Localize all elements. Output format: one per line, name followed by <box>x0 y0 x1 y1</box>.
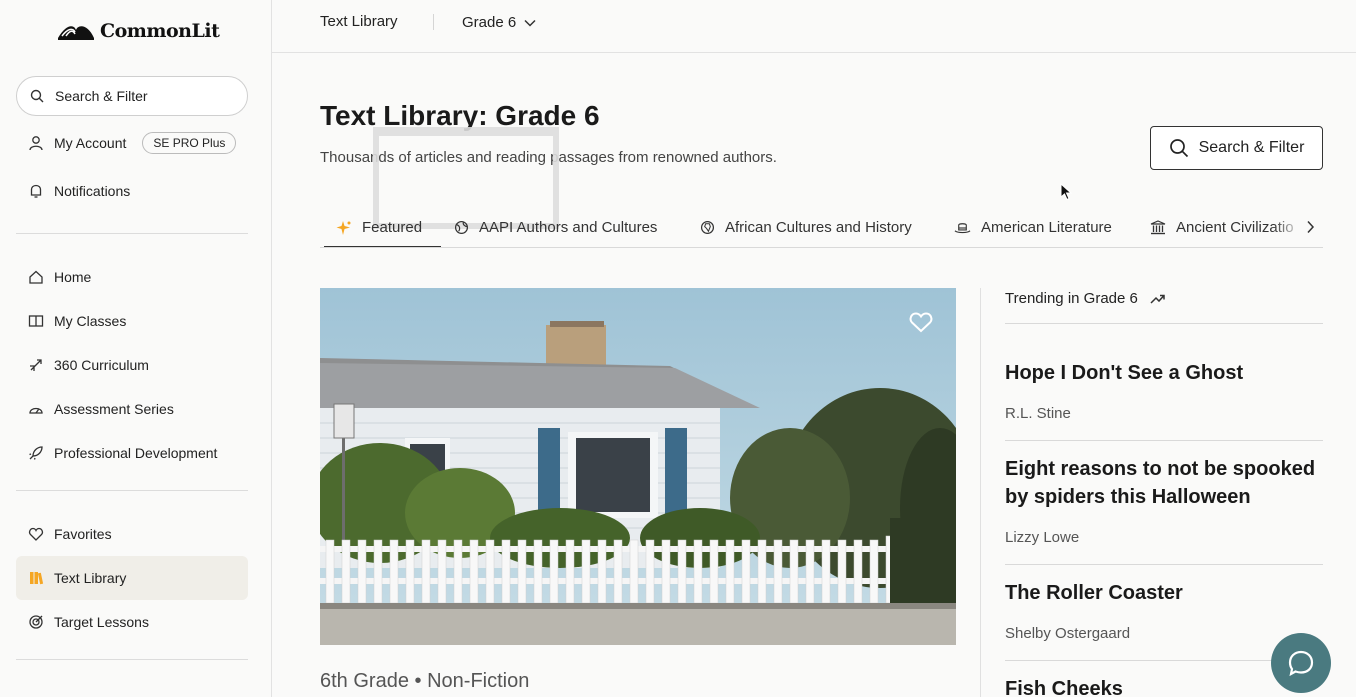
search-icon <box>29 88 45 104</box>
sidebar-item-label: Home <box>54 269 92 285</box>
classes-icon <box>28 313 44 329</box>
tabs-fade <box>1273 214 1323 247</box>
temple-icon <box>1150 220 1166 235</box>
trending-column-divider <box>980 288 981 697</box>
grade-dropdown[interactable]: Grade 6 <box>462 14 536 31</box>
sidebar-item-label: Professional Development <box>54 445 218 461</box>
trending-divider <box>1005 323 1323 324</box>
sidebar-item-home[interactable]: Home <box>16 257 248 297</box>
search-icon <box>1169 139 1188 158</box>
sidebar-item-favorites[interactable]: Favorites <box>16 514 248 554</box>
trending-item-author: Lizzy Lowe <box>1005 529 1080 546</box>
tab-african-cultures[interactable]: African Cultures and History <box>700 219 912 236</box>
featured-text-meta: 6th Grade • Non-Fiction <box>320 670 529 693</box>
brand-name: CommonLit <box>100 20 220 42</box>
active-tab-indicator <box>324 246 441 247</box>
grade-dropdown-value: Grade 6 <box>462 14 517 31</box>
sidebar-item-label: 360 Curriculum <box>54 357 149 373</box>
trending-divider <box>1005 440 1323 441</box>
tab-aapi-authors[interactable]: AAPI Authors and Cultures <box>454 219 657 236</box>
tab-label: African Cultures and History <box>725 219 912 236</box>
sidebar: CommonLit Search & Filter My Account SE … <box>0 0 272 697</box>
sidebar-item-my-classes[interactable]: My Classes <box>16 301 248 341</box>
gauge-icon <box>28 401 44 417</box>
trending-up-icon <box>1150 294 1165 304</box>
commonlit-logo[interactable]: CommonLit <box>56 20 220 42</box>
tab-label: Featured <box>362 219 423 236</box>
featured-text-image[interactable] <box>320 288 956 645</box>
rocket-icon <box>28 445 44 461</box>
sidebar-item-label: Target Lessons <box>54 614 149 630</box>
books-icon <box>28 570 44 586</box>
breadcrumb-text-library[interactable]: Text Library <box>320 13 398 30</box>
tab-label: American Literature <box>981 219 1112 236</box>
sidebar-divider <box>16 659 248 660</box>
search-filter-label: Search & Filter <box>1198 139 1305 156</box>
sidebar-item-label: Assessment Series <box>54 401 174 417</box>
target-icon <box>28 614 44 630</box>
top-bar: Text Library Grade 6 <box>272 0 1356 53</box>
sidebar-item-professional-development[interactable]: Professional Development <box>16 433 248 473</box>
sidebar-item-label: Favorites <box>54 526 112 542</box>
chevron-down-icon <box>524 19 536 27</box>
sidebar-item-assessment-series[interactable]: Assessment Series <box>16 389 248 429</box>
search-filter-button[interactable]: Search & Filter <box>1150 126 1323 170</box>
trending-divider <box>1005 564 1323 565</box>
trending-item-title[interactable]: Hope I Don't See a Ghost <box>1005 359 1323 387</box>
mouse-cursor-icon <box>1060 183 1072 201</box>
home-icon <box>28 269 44 285</box>
breadcrumb-separator <box>433 14 434 30</box>
sparkle-icon <box>336 220 351 235</box>
sidebar-item-label: My Account <box>54 135 127 151</box>
hat-icon <box>954 222 971 233</box>
help-chat-button[interactable] <box>1271 633 1331 693</box>
trending-item-author: R.L. Stine <box>1005 405 1071 422</box>
tab-featured[interactable]: Featured <box>336 219 422 236</box>
featured-genre: Non-Fiction <box>427 670 530 692</box>
trending-item-title[interactable]: Eight reasons to not be spooked by spide… <box>1005 455 1323 511</box>
sidebar-item-my-account[interactable]: My Account SE PRO Plus <box>16 123 248 163</box>
sidebar-divider <box>16 490 248 491</box>
sidebar-item-label: Notifications <box>54 183 131 199</box>
featured-grade: 6th Grade <box>320 670 409 692</box>
globe-icon <box>454 220 469 235</box>
sidebar-item-label: Text Library <box>54 570 127 586</box>
sidebar-item-360-curriculum[interactable]: 360 Curriculum <box>16 345 248 385</box>
sidebar-search-label: Search & Filter <box>55 88 148 104</box>
curriculum-icon <box>28 357 44 373</box>
trending-heading-label: Trending in Grade 6 <box>1005 290 1138 307</box>
sidebar-item-text-library[interactable]: Text Library <box>16 556 248 600</box>
sidebar-item-target-lessons[interactable]: Target Lessons <box>16 602 248 642</box>
tab-ancient-civilizations[interactable]: Ancient Civilizatio <box>1150 219 1294 236</box>
book-logo-icon <box>58 26 94 40</box>
tab-label: AAPI Authors and Cultures <box>479 219 658 236</box>
user-icon <box>28 135 44 151</box>
trending-heading: Trending in Grade 6 <box>1005 290 1166 307</box>
trending-item-author: Shelby Ostergaard <box>1005 625 1131 642</box>
meta-separator: • <box>414 670 422 692</box>
chevron-right-icon[interactable] <box>1306 220 1315 234</box>
chat-bubble-icon <box>1288 650 1314 677</box>
sidebar-divider <box>16 233 248 234</box>
globe-africa-icon <box>700 220 715 235</box>
sidebar-item-label: My Classes <box>54 313 127 329</box>
collection-tabs: Featured AAPI Authors and Cultures Afric… <box>320 214 1323 248</box>
favorite-heart-icon[interactable] <box>908 310 934 334</box>
trending-item-title[interactable]: The Roller Coaster <box>1005 579 1323 607</box>
tab-american-literature[interactable]: American Literature <box>954 219 1112 236</box>
sidebar-search-filter[interactable]: Search & Filter <box>16 76 248 116</box>
plan-badge: SE PRO Plus <box>142 132 237 154</box>
heart-icon <box>28 526 44 542</box>
sidebar-item-notifications[interactable]: Notifications <box>16 171 248 211</box>
bell-icon <box>28 183 44 199</box>
